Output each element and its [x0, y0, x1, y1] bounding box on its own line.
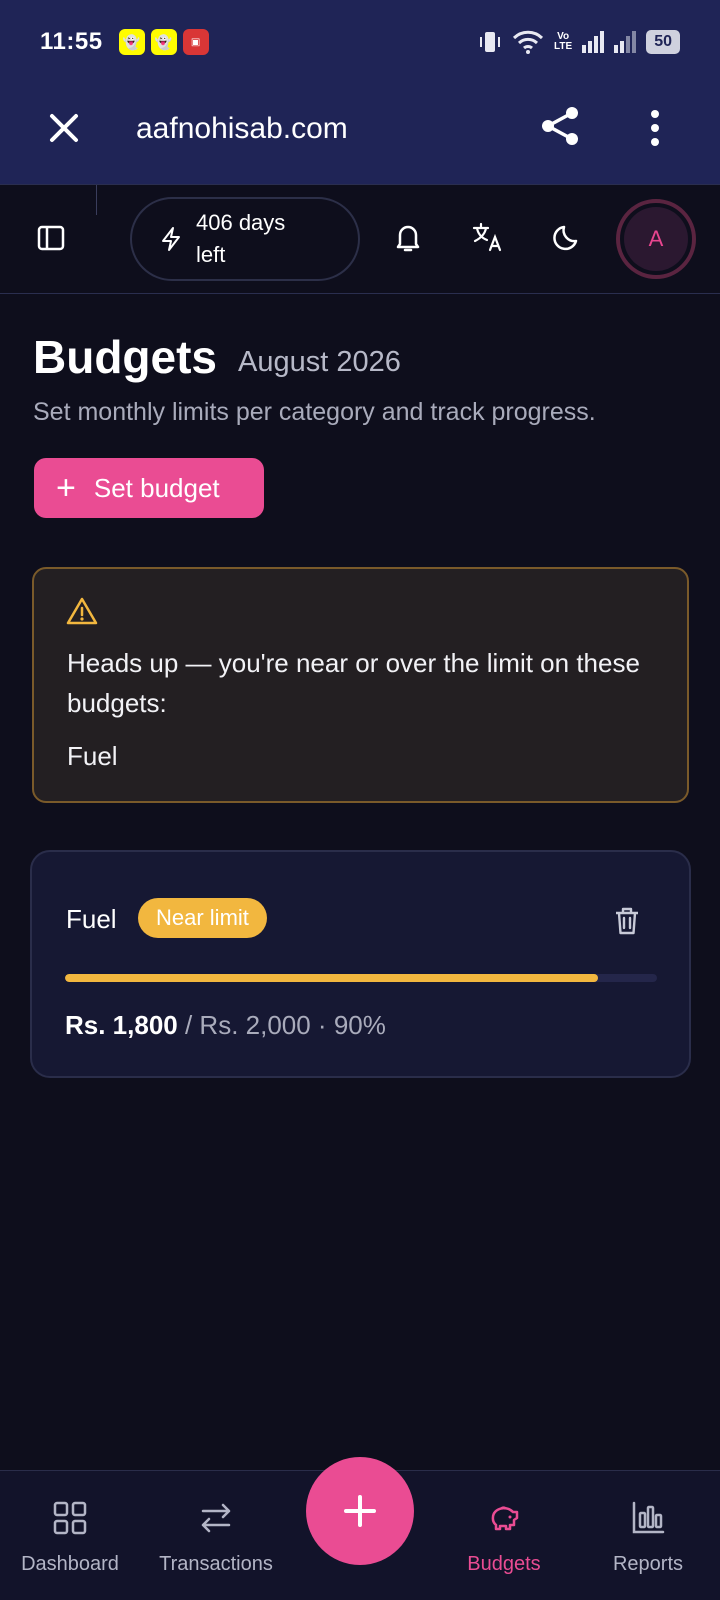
nav-reports-label: Reports	[612, 1553, 684, 1575]
dark-mode-icon[interactable]	[550, 219, 586, 255]
close-icon[interactable]	[44, 108, 84, 148]
bell-icon[interactable]	[390, 219, 426, 255]
snapchat-icon: 👻	[150, 29, 177, 55]
budget-card: Fuel Near limit Rs. 1,800 / Rs. 2,000 · …	[30, 850, 691, 1078]
status-badge: Near limit	[138, 898, 267, 938]
warning-icon	[66, 597, 98, 625]
budget-spent: Rs. 1,800	[65, 1010, 178, 1040]
url-text[interactable]: aafnohisab.com	[136, 112, 348, 146]
alert-item: Fuel	[67, 741, 118, 771]
page-month: August 2026	[238, 346, 401, 378]
status-bar: 11:55 👻 👻 ▣ Vo LTE 50	[0, 0, 720, 84]
bar-chart-icon	[632, 1501, 665, 1534]
signal-icon	[582, 31, 605, 53]
system-icons: Vo LTE 50	[478, 29, 680, 55]
add-transaction-button[interactable]	[306, 1457, 414, 1565]
more-menu-icon[interactable]	[640, 106, 670, 150]
nav-reports[interactable]: Reports	[578, 1499, 718, 1576]
set-budget-label: Set budget	[93, 472, 220, 503]
budget-progress-fill	[65, 974, 598, 982]
url-bar: aafnohisab.com	[0, 84, 720, 184]
dashboard-icon	[53, 1501, 87, 1535]
nav-dashboard-label: Dashboard	[21, 1553, 119, 1575]
translate-icon[interactable]	[470, 219, 506, 255]
battery-icon: 50	[646, 30, 680, 54]
nav-dashboard[interactable]: Dashboard	[0, 1499, 140, 1576]
trial-days-pill[interactable]: 406 days left	[130, 197, 360, 281]
app-notification-icon: ▣	[182, 29, 209, 55]
signal-icon	[614, 31, 637, 53]
divider	[96, 185, 97, 215]
budget-category: Fuel	[66, 904, 117, 934]
trash-icon[interactable]	[610, 904, 644, 938]
budget-alert: Heads up — you're near or over the limit…	[32, 567, 689, 803]
plus-icon: +	[56, 469, 76, 507]
lightning-icon	[162, 227, 180, 251]
volte-icon: Vo LTE	[554, 31, 573, 52]
nav-transactions-label: Transactions	[159, 1553, 273, 1575]
nav-transactions[interactable]: Transactions	[146, 1499, 286, 1576]
share-icon[interactable]	[538, 104, 582, 148]
status-time: 11:55	[40, 28, 103, 55]
page-description: Set monthly limits per category and trac…	[33, 398, 596, 426]
wifi-icon	[512, 30, 544, 54]
notification-icons: 👻 👻 ▣	[118, 29, 209, 55]
page-title: Budgets	[33, 331, 217, 383]
plus-icon	[344, 1495, 376, 1527]
transfer-arrows-icon	[201, 1503, 231, 1533]
nav-budgets-label: Budgets	[467, 1553, 541, 1575]
budget-limit: / Rs. 2,000 · 90%	[177, 1010, 386, 1040]
days-left-text: 406 days left	[196, 210, 286, 267]
avatar-initial: A	[624, 207, 688, 271]
budget-amounts: Rs. 1,800 / Rs. 2,000 · 90%	[65, 1010, 386, 1041]
browser-chrome: 11:55 👻 👻 ▣ Vo LTE 50 aafnohisab.com	[0, 0, 720, 184]
piggy-bank-icon	[491, 1506, 519, 1531]
app-header: 406 days left A	[0, 184, 720, 294]
alert-message: Heads up — you're near or over the limit…	[67, 648, 640, 718]
snapchat-icon: 👻	[118, 29, 145, 55]
sidebar-toggle-icon[interactable]	[36, 223, 66, 253]
vibrate-icon	[480, 32, 501, 52]
budget-progress-bar	[65, 974, 657, 982]
set-budget-button[interactable]: + Set budget	[34, 458, 264, 518]
nav-budgets[interactable]: Budgets	[434, 1499, 574, 1576]
user-avatar[interactable]: A	[616, 199, 696, 279]
